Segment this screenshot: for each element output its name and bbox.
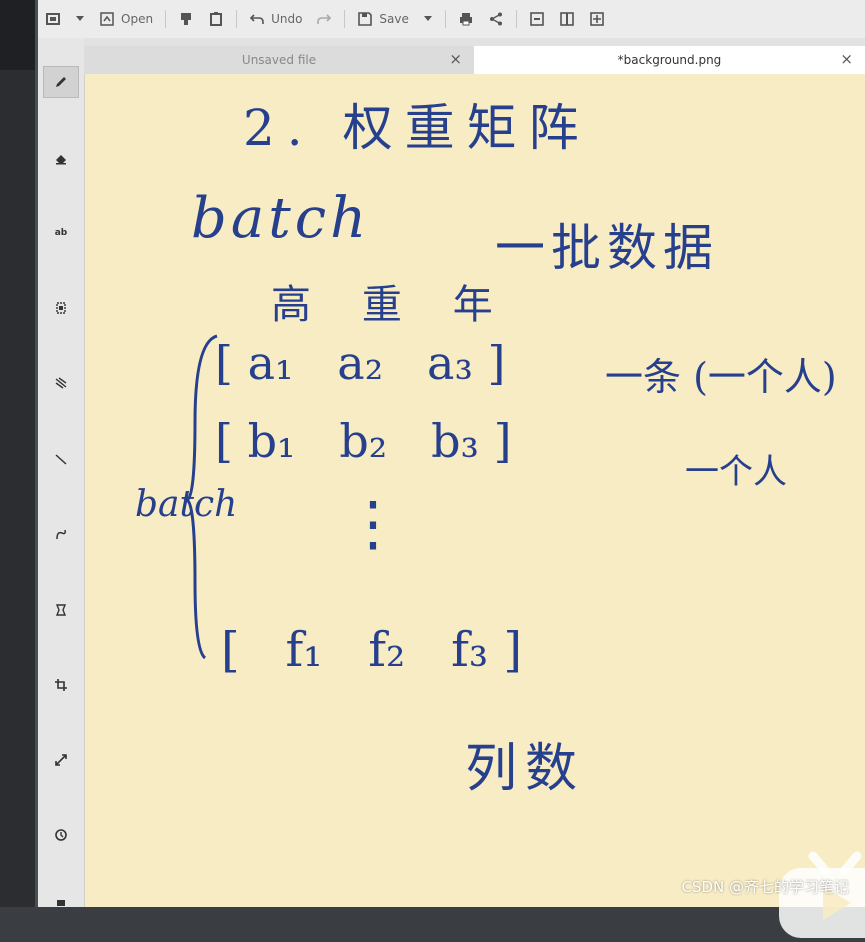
split-view-icon — [560, 12, 574, 26]
blur-tool[interactable] — [43, 367, 79, 399]
pencil-tool[interactable] — [43, 66, 79, 98]
redo-button[interactable] — [309, 5, 339, 33]
rotate-icon — [55, 829, 67, 841]
tab-unsaved-file[interactable]: Unsaved file × — [84, 46, 474, 74]
note-row-a-note: 一条 (一个人) — [605, 355, 837, 399]
blur-icon — [55, 377, 67, 389]
drawing-canvas[interactable]: 2. 权重矩阵 batch 一批数据 高 重 年 batch [ a₁ a₂ a… — [85, 74, 865, 938]
select-icon — [55, 604, 67, 616]
share-button[interactable] — [481, 5, 511, 33]
save-label: Save — [379, 12, 409, 26]
note-title: 2. 权重矩阵 — [243, 99, 591, 157]
open-button[interactable]: Open — [92, 5, 160, 33]
eraser-tool[interactable] — [43, 142, 79, 174]
note-columns-label: 列数 — [465, 739, 586, 799]
curve-icon — [56, 529, 66, 540]
text-tool[interactable]: ab — [43, 217, 79, 249]
crop-tool[interactable] — [43, 669, 79, 701]
undo-button[interactable]: Undo — [242, 5, 309, 33]
undo-icon — [249, 14, 264, 24]
note-row-b-note: 一个人 — [685, 452, 787, 492]
toolbar-separator — [344, 10, 346, 28]
curve-tool[interactable] — [43, 518, 79, 550]
note-batch-meaning: 一批数据 — [495, 219, 719, 277]
tab-label: Unsaved file — [241, 53, 317, 67]
fullscreen-button[interactable] — [582, 5, 612, 33]
note-brace-label: batch — [135, 484, 238, 525]
toolbar: Open Undo Save — [38, 0, 865, 39]
close-icon[interactable]: × — [449, 50, 462, 68]
save-dropdown-button[interactable] — [416, 5, 440, 33]
toolbar-separator — [236, 10, 238, 28]
import-button[interactable] — [171, 5, 201, 33]
clipboard-button[interactable] — [201, 5, 231, 33]
desktop-left-strip — [0, 0, 38, 907]
undo-label: Undo — [271, 12, 303, 26]
note-row-f: [ f₁ f₂ f₃ ] — [221, 622, 523, 678]
highlighter-tool[interactable] — [43, 292, 79, 324]
clipboard-icon — [210, 12, 223, 26]
toolbar-separator — [444, 10, 446, 28]
select-tool[interactable] — [43, 594, 79, 626]
drawing-app-window: Open Undo Save ab Unsaved file × *backgr… — [38, 0, 865, 938]
highlighter-icon — [56, 302, 66, 314]
panel-icon — [530, 12, 544, 26]
import-icon — [181, 13, 192, 25]
note-ellipsis: ⋮ — [343, 489, 403, 559]
eraser-icon — [56, 155, 66, 165]
tab-background-png[interactable]: *background.png × — [474, 46, 865, 74]
csdn-watermark: CSDN @齐七的学习笔记 — [681, 878, 849, 896]
note-row-a: [ a₁ a₂ a₃ ] — [215, 336, 506, 390]
more-icon — [57, 900, 65, 906]
print-icon — [459, 13, 472, 26]
line-icon — [55, 454, 67, 465]
fullscreen-icon — [590, 12, 604, 26]
hide-panel-button[interactable] — [522, 5, 552, 33]
print-button[interactable] — [451, 5, 481, 33]
close-icon[interactable]: × — [840, 50, 853, 68]
crop-icon — [55, 679, 67, 691]
new-image-button[interactable] — [38, 5, 68, 33]
toolbar-separator — [165, 10, 167, 28]
open-icon — [100, 12, 114, 26]
note-column-headers: 高 重 年 — [271, 282, 493, 328]
tab-label: *background.png — [617, 53, 722, 67]
redo-icon — [317, 14, 332, 24]
toolbar-separator — [515, 10, 517, 28]
resize-tool[interactable] — [43, 744, 79, 776]
save-button[interactable]: Save — [350, 5, 415, 33]
new-dropdown-button[interactable] — [68, 5, 92, 33]
text-tool-label: ab — [54, 228, 68, 238]
save-icon — [358, 12, 373, 26]
note-batch-word: batch — [191, 186, 371, 251]
desktop-dark-panel — [0, 0, 38, 70]
chevron-down-icon — [423, 16, 432, 21]
chevron-down-icon — [76, 16, 84, 21]
tab-bar: Unsaved file × *background.png × — [84, 38, 865, 75]
pencil-icon — [56, 77, 66, 87]
note-row-b: [ b₁ b₂ b₃ ] — [215, 414, 512, 468]
rotate-tool[interactable] — [43, 819, 79, 851]
line-tool[interactable] — [43, 443, 79, 475]
share-icon — [489, 12, 502, 26]
open-label: Open — [121, 12, 154, 26]
split-view-button[interactable] — [552, 5, 582, 33]
resize-icon — [55, 754, 67, 766]
new-image-icon — [46, 13, 60, 25]
more-tool[interactable] — [43, 883, 79, 915]
tool-sidebar: ab — [38, 38, 85, 907]
